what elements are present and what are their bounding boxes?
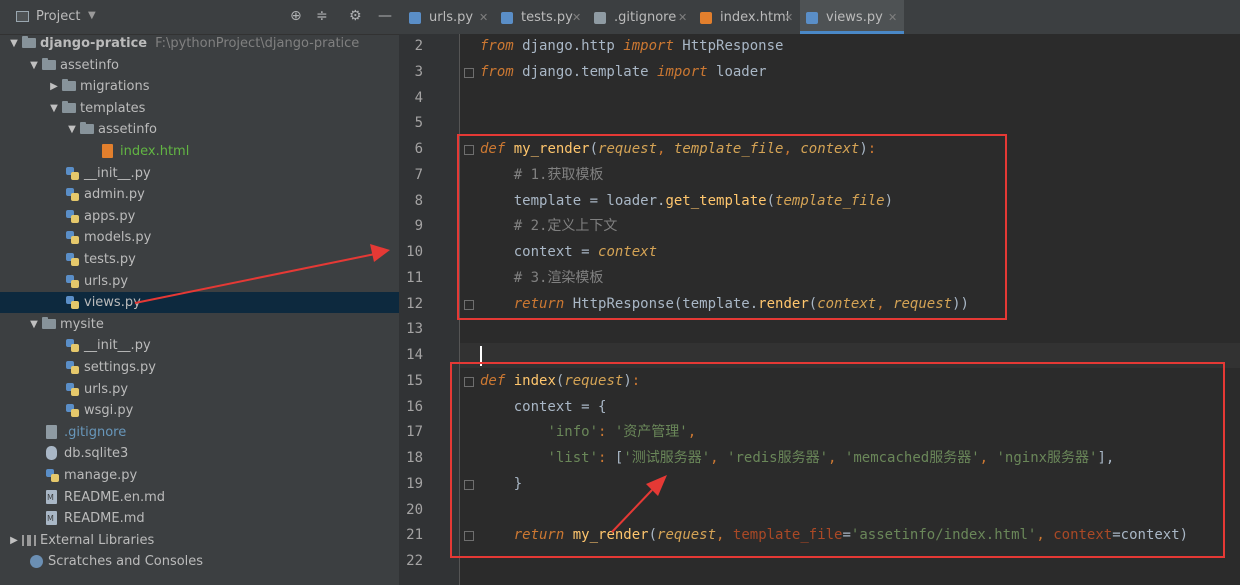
annotation-overlay [134, 244, 667, 533]
arrow-to-my-render [134, 244, 390, 304]
arrow-to-return [611, 475, 667, 533]
